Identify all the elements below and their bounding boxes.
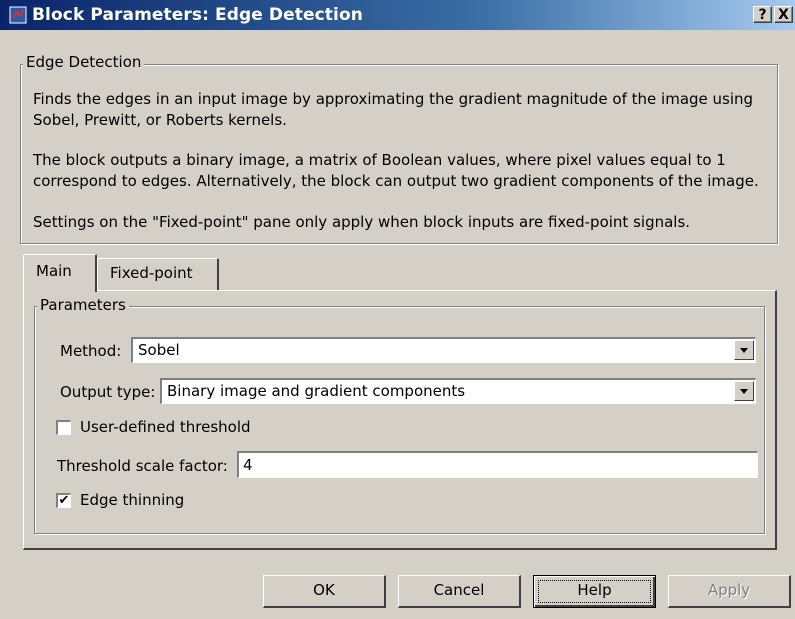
- description-legend: Edge Detection: [23, 53, 145, 71]
- edge-thinning-label[interactable]: Edge thinning: [80, 491, 184, 509]
- description-paragraph-1: Finds the edges in an input image by app…: [33, 90, 754, 129]
- help-button[interactable]: Help: [533, 575, 656, 608]
- chevron-down-icon[interactable]: [734, 381, 754, 401]
- user-threshold-checkbox[interactable]: [56, 420, 71, 435]
- apply-button-label: Apply: [707, 581, 751, 599]
- window-title: Block Parameters: Edge Detection: [32, 5, 363, 25]
- simulink-block-icon: [9, 6, 27, 24]
- context-help-button[interactable]: ?: [753, 6, 772, 23]
- threshold-scale-input[interactable]: 4: [237, 451, 758, 478]
- output-type-value: Binary image and gradient components: [167, 382, 466, 400]
- threshold-scale-label: Threshold scale factor:: [57, 457, 228, 475]
- cancel-button-label: Cancel: [433, 581, 485, 599]
- close-button[interactable]: X: [774, 6, 793, 23]
- apply-button[interactable]: Apply: [668, 575, 791, 608]
- output-type-label: Output type:: [60, 383, 156, 401]
- tab-fixed-point[interactable]: Fixed-point: [97, 258, 219, 290]
- description-paragraph-3: Settings on the "Fixed-point" pane only …: [33, 213, 691, 231]
- cancel-button[interactable]: Cancel: [398, 575, 521, 608]
- user-threshold-label[interactable]: User-defined threshold: [80, 418, 251, 436]
- ok-button-label: OK: [313, 581, 335, 599]
- method-dropdown[interactable]: Sobel: [131, 337, 756, 363]
- ok-button[interactable]: OK: [263, 575, 386, 608]
- chevron-down-icon[interactable]: [734, 340, 754, 360]
- method-label: Method:: [60, 342, 122, 360]
- title-bar[interactable]: Block Parameters: Edge Detection ? X: [0, 0, 795, 30]
- description-paragraph-2: The block outputs a binary image, a matr…: [33, 151, 759, 190]
- focus-rect: [538, 580, 651, 603]
- parameters-legend: Parameters: [37, 296, 129, 314]
- method-value: Sobel: [138, 341, 180, 359]
- tab-main[interactable]: Main: [23, 254, 97, 292]
- edge-thinning-checkbox[interactable]: ✔: [56, 493, 71, 508]
- output-type-dropdown[interactable]: Binary image and gradient components: [160, 378, 756, 404]
